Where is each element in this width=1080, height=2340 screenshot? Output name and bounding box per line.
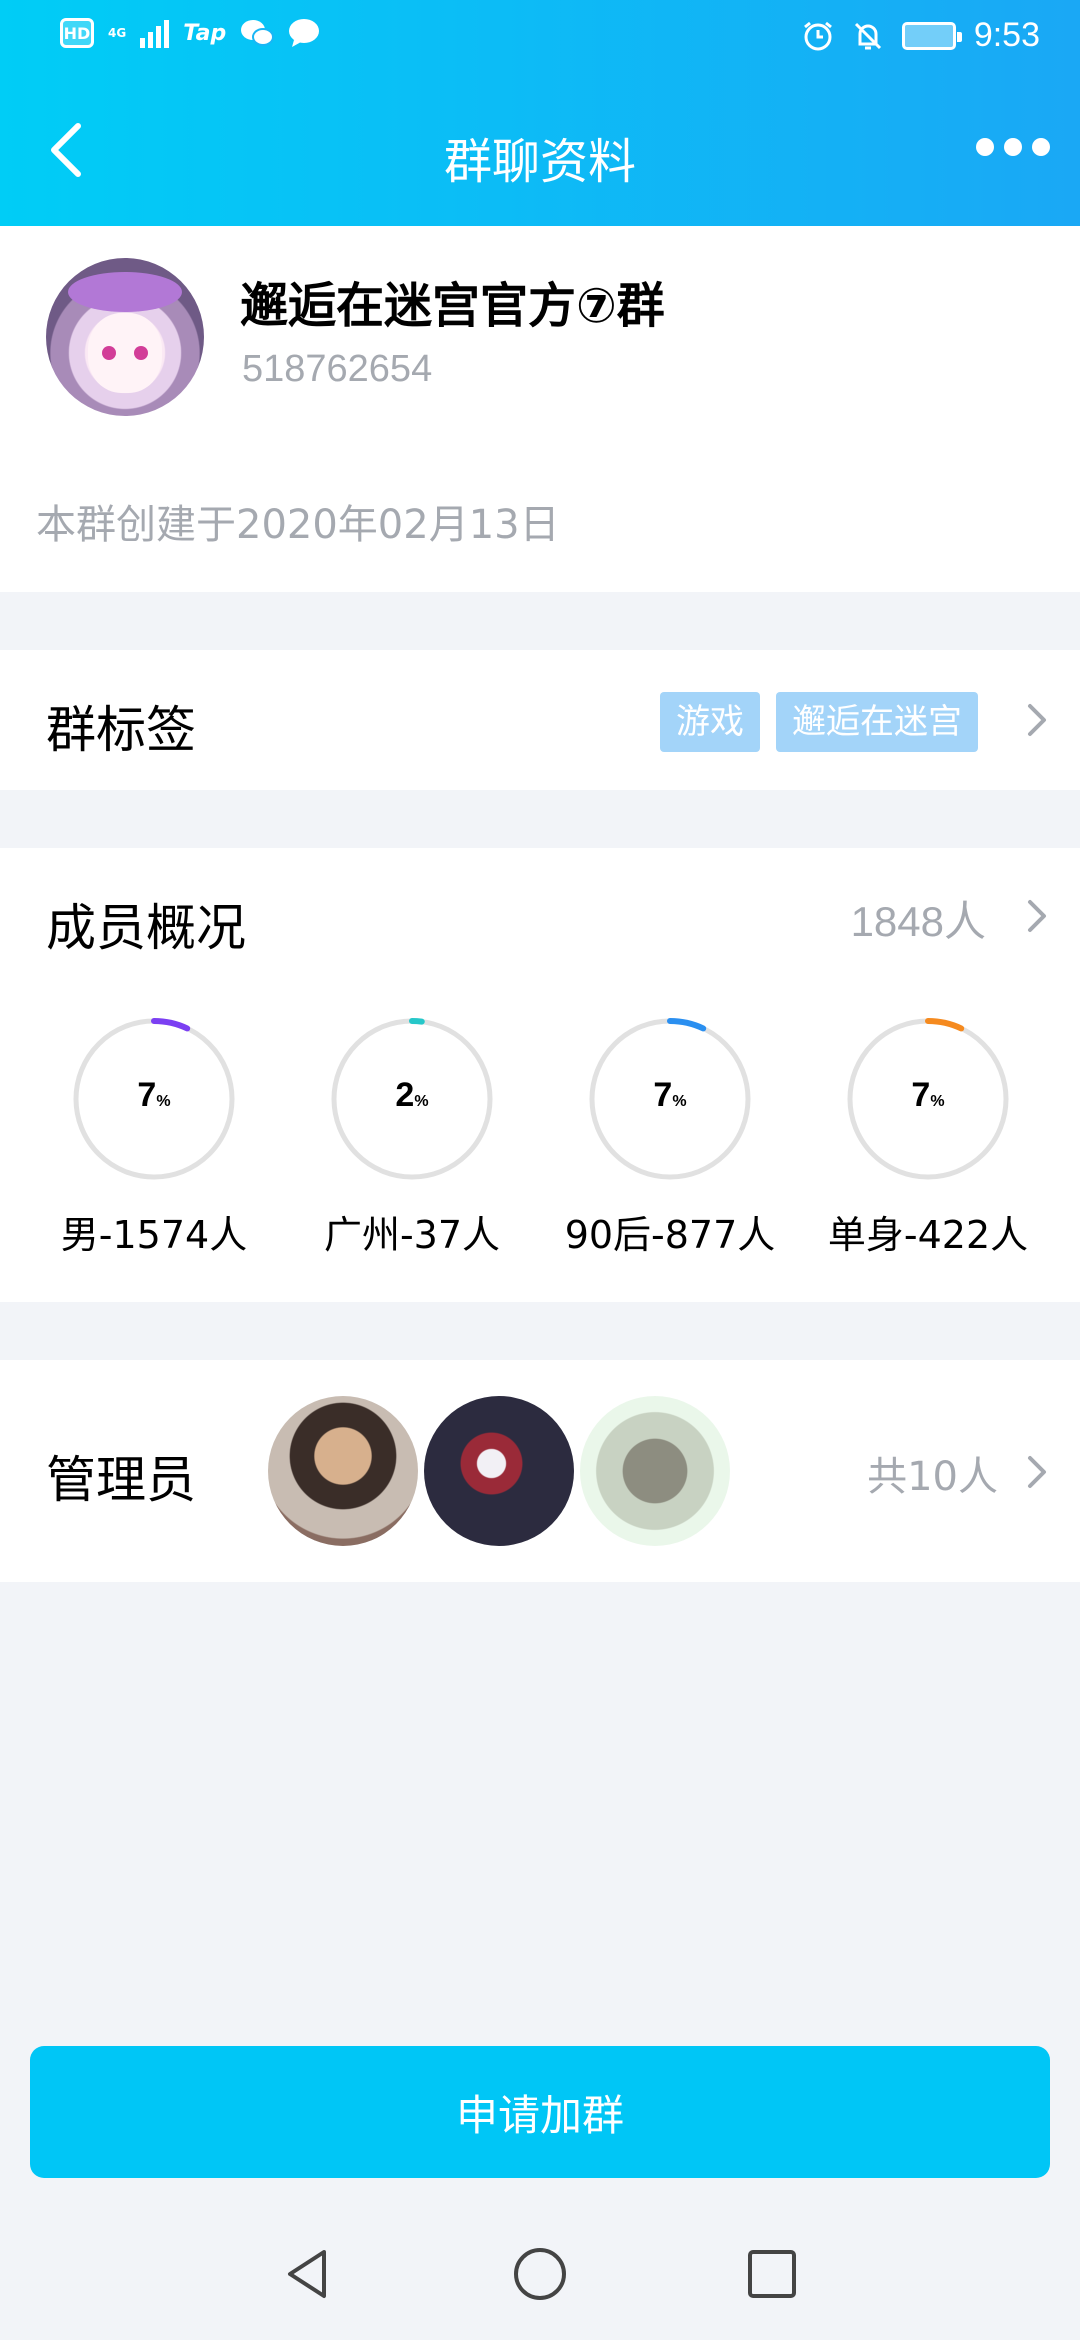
tag-dungeon: 邂逅在迷宫 bbox=[776, 692, 978, 752]
group-avatar[interactable] bbox=[46, 258, 204, 416]
member-count: 1848人 bbox=[850, 898, 986, 945]
stat-percent: 7% bbox=[137, 1076, 171, 1114]
group-name: 邂逅在迷宫官方⑦群 bbox=[240, 278, 665, 334]
stat-age: 7% 90后-877人 bbox=[560, 1014, 780, 1257]
stat-percent: 7% bbox=[911, 1076, 945, 1114]
signal-icon bbox=[140, 18, 170, 48]
tags-label: 群标签 bbox=[46, 701, 196, 759]
group-id: 518762654 bbox=[242, 348, 433, 390]
status-left: HD 4G Tap bbox=[60, 18, 320, 48]
stat-gender: 7% 男-1574人 bbox=[44, 1014, 264, 1257]
admins-label: 管理员 bbox=[46, 1451, 196, 1509]
wechat-icon bbox=[241, 20, 275, 46]
tag-game: 游戏 bbox=[660, 692, 760, 752]
group-tags-row[interactable]: 群标签 游戏 邂逅在迷宫 bbox=[0, 650, 1080, 790]
chevron-right-icon bbox=[1028, 704, 1046, 736]
stat-label: 单身-422人 bbox=[827, 1213, 1029, 1257]
stat-single: 7% 单身-422人 bbox=[818, 1014, 1038, 1257]
tap-app-icon: Tap bbox=[183, 20, 227, 46]
hd-icon: HD bbox=[60, 18, 94, 48]
admin-count: 共10人 bbox=[867, 1454, 998, 1500]
chevron-right-icon bbox=[1028, 900, 1046, 932]
members-overview-card[interactable]: 成员概况 1848人 7% 男-1574人 2% 广州-37人 7% 90后-877人… bbox=[0, 848, 1080, 1302]
stat-percent: 2% bbox=[395, 1076, 429, 1114]
battery-icon bbox=[901, 21, 962, 50]
admin-avatar[interactable] bbox=[580, 1396, 730, 1546]
system-nav-bar bbox=[0, 2200, 1080, 2340]
message-icon bbox=[289, 19, 320, 47]
admins-row[interactable]: 管理员 共10人 bbox=[0, 1360, 1080, 1582]
status-right: 9:53 bbox=[802, 16, 1040, 55]
clock: 9:53 bbox=[973, 16, 1040, 54]
admin-avatar[interactable] bbox=[424, 1396, 574, 1546]
status-bar: HD 4G Tap 9:53 bbox=[0, 0, 1080, 74]
more-options-icon[interactable] bbox=[976, 138, 1050, 156]
stat-label: 男-1574人 bbox=[60, 1213, 248, 1257]
alarm-icon bbox=[803, 21, 832, 50]
page-title: 群聊资料 bbox=[443, 134, 636, 190]
nav-home-icon[interactable] bbox=[510, 2244, 570, 2304]
stat-label: 广州-37人 bbox=[323, 1213, 501, 1257]
header-bar: HD 4G Tap 9:53 群聊资料 bbox=[0, 0, 1080, 226]
members-label: 成员概况 bbox=[46, 899, 246, 957]
nav-recents-icon[interactable] bbox=[742, 2244, 802, 2304]
network-type: 4G bbox=[108, 26, 127, 40]
group-created-date: 本群创建于2020年02月13日 bbox=[36, 502, 560, 548]
stat-percent: 7% bbox=[653, 1076, 687, 1114]
stat-city: 2% 广州-37人 bbox=[302, 1014, 522, 1257]
stat-label: 90后-877人 bbox=[564, 1213, 776, 1257]
admin-avatar[interactable] bbox=[268, 1396, 418, 1546]
chevron-right-icon bbox=[1028, 1456, 1046, 1488]
nav-back-icon[interactable] bbox=[278, 2244, 338, 2304]
group-info-card: 邂逅在迷宫官方⑦群 518762654 本群创建于2020年02月13日 bbox=[0, 226, 1080, 592]
apply-join-button[interactable]: 申请加群 bbox=[30, 2046, 1050, 2178]
mute-bell-icon bbox=[854, 22, 881, 49]
